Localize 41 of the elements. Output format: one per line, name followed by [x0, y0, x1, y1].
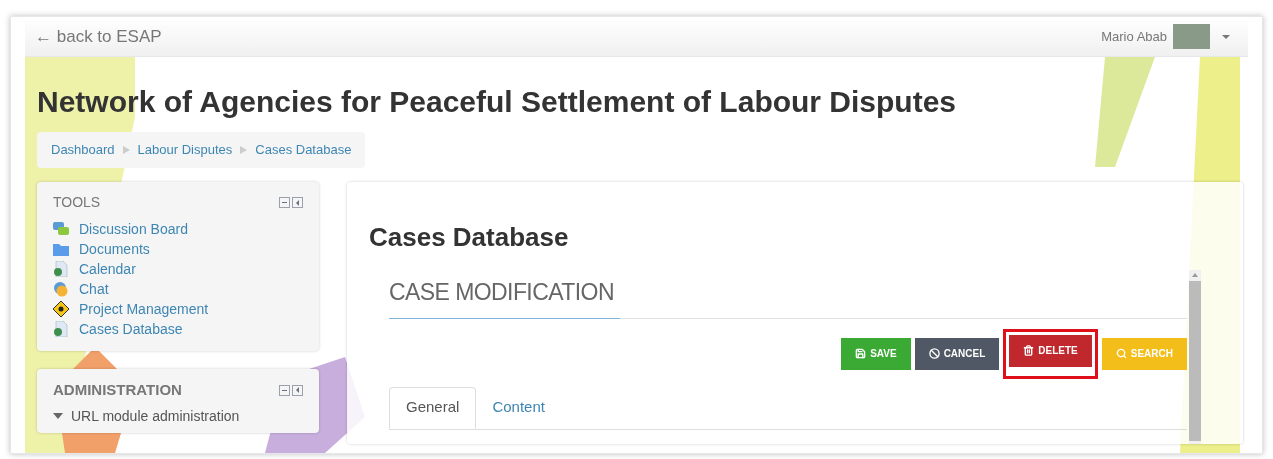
scrollbar[interactable] — [1189, 270, 1201, 444]
panel-title: ADMINISTRATION — [53, 380, 182, 400]
folder-icon — [53, 242, 69, 256]
page-heading: Cases Database — [369, 221, 570, 254]
dock-icon[interactable] — [292, 197, 303, 208]
breadcrumb-link[interactable]: Cases Database — [255, 140, 352, 160]
tool-link[interactable]: Calendar — [79, 258, 136, 280]
separator-icon — [240, 146, 248, 154]
search-icon — [1115, 348, 1127, 359]
delete-button[interactable]: DELETE — [1009, 334, 1092, 367]
minimize-icon[interactable] — [279, 384, 290, 396]
breadcrumb-link[interactable]: Dashboard — [51, 140, 115, 160]
breadcrumb-link[interactable]: Labour Disputes — [137, 140, 233, 160]
site-title: Network of Agencies for Peaceful Settlement of Labour Disputes — [37, 84, 958, 120]
save-button[interactable]: SAVE — [841, 337, 911, 370]
back-link[interactable]: ← back to ESAP — [35, 23, 162, 50]
minimize-icon[interactable] — [279, 197, 290, 208]
warning-sign-icon — [53, 301, 69, 317]
cancel-icon — [928, 348, 940, 359]
separator-icon — [122, 146, 130, 154]
tree-item[interactable]: URL module administration — [53, 405, 303, 427]
chat-bubbles-icon — [53, 222, 69, 236]
tab[interactable]: Content — [476, 386, 561, 429]
tool-link[interactable]: Documents — [79, 238, 150, 260]
trash-icon — [1023, 345, 1035, 356]
tool-link[interactable]: Project Management — [79, 298, 209, 320]
caret-icon[interactable] — [1222, 34, 1230, 39]
tool-link[interactable]: Cases Database — [79, 318, 183, 340]
section-heading: CASE MODIFICATION — [389, 275, 620, 319]
document-globe-icon — [53, 261, 69, 277]
dock-icon[interactable] — [292, 384, 303, 396]
tool-link[interactable]: Discussion Board — [79, 218, 188, 240]
document-globe-icon — [53, 321, 69, 337]
tool-link[interactable]: Chat — [79, 278, 109, 300]
expanded-caret-icon — [53, 413, 63, 419]
panel-title: TOOLS — [53, 193, 101, 212]
floppy-icon — [855, 348, 867, 359]
chat-bubble-icon — [53, 281, 69, 297]
tab[interactable]: General — [389, 386, 477, 429]
cancel-button[interactable]: CANCEL — [914, 337, 1000, 370]
user-name[interactable]: Mario Abab — [1101, 26, 1167, 47]
